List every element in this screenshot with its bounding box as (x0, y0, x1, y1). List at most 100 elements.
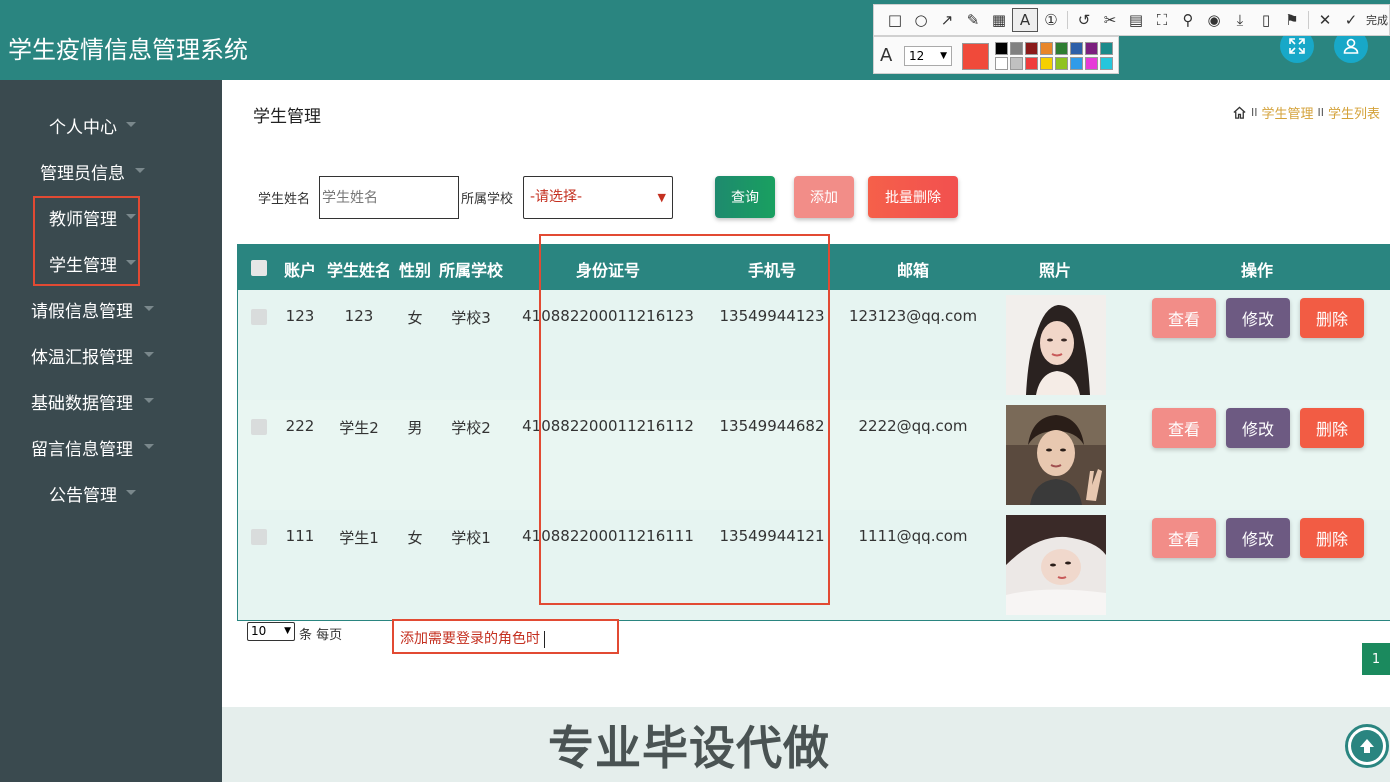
pen-icon[interactable]: ✎ (960, 8, 986, 32)
name-cell: 123 (344, 307, 374, 325)
color-swatch[interactable] (1070, 57, 1083, 70)
phone-icon[interactable]: ▯ (1253, 8, 1279, 32)
ocr-icon[interactable]: ▤ (1123, 8, 1149, 32)
number-icon[interactable]: ① (1038, 8, 1064, 32)
ellipse-icon[interactable]: ○ (908, 8, 934, 32)
download-icon[interactable]: ⤓ (1227, 8, 1253, 32)
undo-icon[interactable]: ↺ (1071, 8, 1097, 32)
breadcrumb-separator: II (1250, 106, 1258, 119)
name-cell: 学生2 (339, 419, 379, 437)
caret-down-icon (126, 122, 136, 127)
email-cell: 2222@qq.com (858, 417, 968, 435)
back-to-top-button[interactable] (1345, 724, 1389, 768)
school-cell: 学校2 (451, 419, 491, 437)
color-swatch[interactable] (1040, 57, 1053, 70)
color-swatch[interactable] (1025, 42, 1038, 55)
sidebar-item[interactable]: 管理员信息 (0, 147, 222, 193)
font-icon: A (880, 45, 893, 66)
edit-button[interactable]: 修改 (1226, 298, 1290, 338)
color-swatch[interactable] (1040, 42, 1053, 55)
school-select[interactable]: -请选择- ▼ (523, 176, 673, 219)
bookmark-icon[interactable]: ⚑ (1279, 8, 1305, 32)
delete-button[interactable]: 删除 (1300, 518, 1364, 558)
sidebar-item[interactable]: 体温汇报管理 (0, 331, 222, 377)
color-swatch[interactable] (1070, 42, 1083, 55)
per-page-select[interactable]: 10 ▼ (247, 622, 295, 641)
sidebar-item[interactable]: 个人中心 (0, 101, 222, 147)
caret-down-icon (144, 444, 154, 449)
sidebar-item[interactable]: 基础数据管理 (0, 377, 222, 423)
view-button[interactable]: 查看 (1152, 518, 1216, 558)
caret-down-icon (135, 168, 145, 173)
user-icon (1343, 38, 1359, 54)
account-cell: 123 (285, 307, 315, 325)
sidebar-item[interactable]: 请假信息管理 (0, 285, 222, 331)
student-photo (1006, 405, 1106, 505)
done-label[interactable]: 完成 (1366, 12, 1388, 28)
student-photo (1006, 515, 1106, 615)
sidebar-item-label: 留言信息管理 (31, 440, 133, 460)
chevron-down-icon: ▼ (940, 51, 947, 61)
query-button[interactable]: 查询 (715, 176, 775, 218)
capture-icon[interactable]: ⛶ (1149, 8, 1175, 32)
edit-button[interactable]: 修改 (1226, 408, 1290, 448)
highlight-box-id-phone (539, 234, 830, 605)
row-checkbox[interactable] (251, 419, 267, 435)
batch-delete-button[interactable]: 批量删除 (868, 176, 958, 218)
color-swatch[interactable] (1100, 42, 1113, 55)
sidebar-item[interactable]: 留言信息管理 (0, 423, 222, 469)
color-swatch[interactable] (1010, 42, 1023, 55)
text-icon[interactable]: A (1012, 8, 1038, 32)
breadcrumb-item[interactable]: 学生管理 (1261, 103, 1313, 122)
color-swatch[interactable] (995, 42, 1008, 55)
page-number-button[interactable]: 1 (1362, 643, 1390, 675)
home-icon[interactable] (1232, 105, 1247, 120)
color-swatch[interactable] (1100, 57, 1113, 70)
sidebar-item-label: 个人中心 (49, 118, 117, 138)
email-cell: 123123@qq.com (848, 307, 978, 325)
scissors-icon[interactable]: ✂ (1097, 8, 1123, 32)
column-header: 邮箱 (896, 261, 930, 280)
font-size-select[interactable]: 12 ▼ (904, 46, 952, 66)
edit-button[interactable]: 修改 (1226, 518, 1290, 558)
column-header: 性别 (398, 261, 432, 280)
delete-button[interactable]: 删除 (1300, 408, 1364, 448)
student-photo (1006, 295, 1106, 395)
sidebar-item[interactable]: 公告管理 (0, 469, 222, 515)
gender-cell: 女 (407, 529, 423, 547)
row-checkbox[interactable] (251, 309, 267, 325)
pin-icon[interactable]: ⚲ (1175, 8, 1201, 32)
sidebar-item-label: 公告管理 (49, 486, 117, 506)
view-button[interactable]: 查看 (1152, 298, 1216, 338)
annotation-text-box[interactable]: 添加需要登录的角色时 (392, 619, 619, 654)
color-swatch[interactable] (1010, 57, 1023, 70)
check-icon[interactable]: ✓ (1338, 8, 1364, 32)
color-swatch[interactable] (1025, 57, 1038, 70)
app-title: 学生疫情信息管理系统 (8, 36, 248, 64)
current-color-swatch[interactable] (962, 43, 989, 70)
gender-cell: 女 (407, 309, 423, 327)
color-swatch[interactable] (1085, 57, 1098, 70)
view-button[interactable]: 查看 (1152, 408, 1216, 448)
color-swatch[interactable] (1055, 42, 1068, 55)
row-checkbox[interactable] (251, 529, 267, 545)
color-swatch[interactable] (995, 57, 1008, 70)
school-search-label: 所属学校 (461, 192, 514, 207)
page-title: 学生管理 (253, 107, 321, 127)
mosaic-icon[interactable]: ▦ (986, 8, 1012, 32)
name-search-input[interactable] (319, 176, 459, 219)
rectangle-icon[interactable]: □ (882, 8, 908, 32)
arrow-icon[interactable]: ↗ (934, 8, 960, 32)
annotation-style-panel: A 12 ▼ (873, 36, 1119, 74)
annotation-toolbar: □ ○ ↗ ✎ ▦ A ① ↺ ✂ ▤ ⛶ ⚲ ◉ ⤓ ▯ ⚑ ✕ ✓ 完成 (873, 4, 1390, 36)
close-icon[interactable]: ✕ (1312, 8, 1338, 32)
breadcrumb-item[interactable]: 学生列表 (1328, 103, 1380, 122)
chevron-down-icon: ▼ (284, 626, 291, 636)
delete-button[interactable]: 删除 (1300, 298, 1364, 338)
fullscreen-icon (1289, 38, 1305, 54)
add-button[interactable]: 添加 (794, 176, 854, 218)
color-swatch[interactable] (1055, 57, 1068, 70)
record-icon[interactable]: ◉ (1201, 8, 1227, 32)
select-all-checkbox[interactable] (251, 260, 267, 276)
color-swatch[interactable] (1085, 42, 1098, 55)
